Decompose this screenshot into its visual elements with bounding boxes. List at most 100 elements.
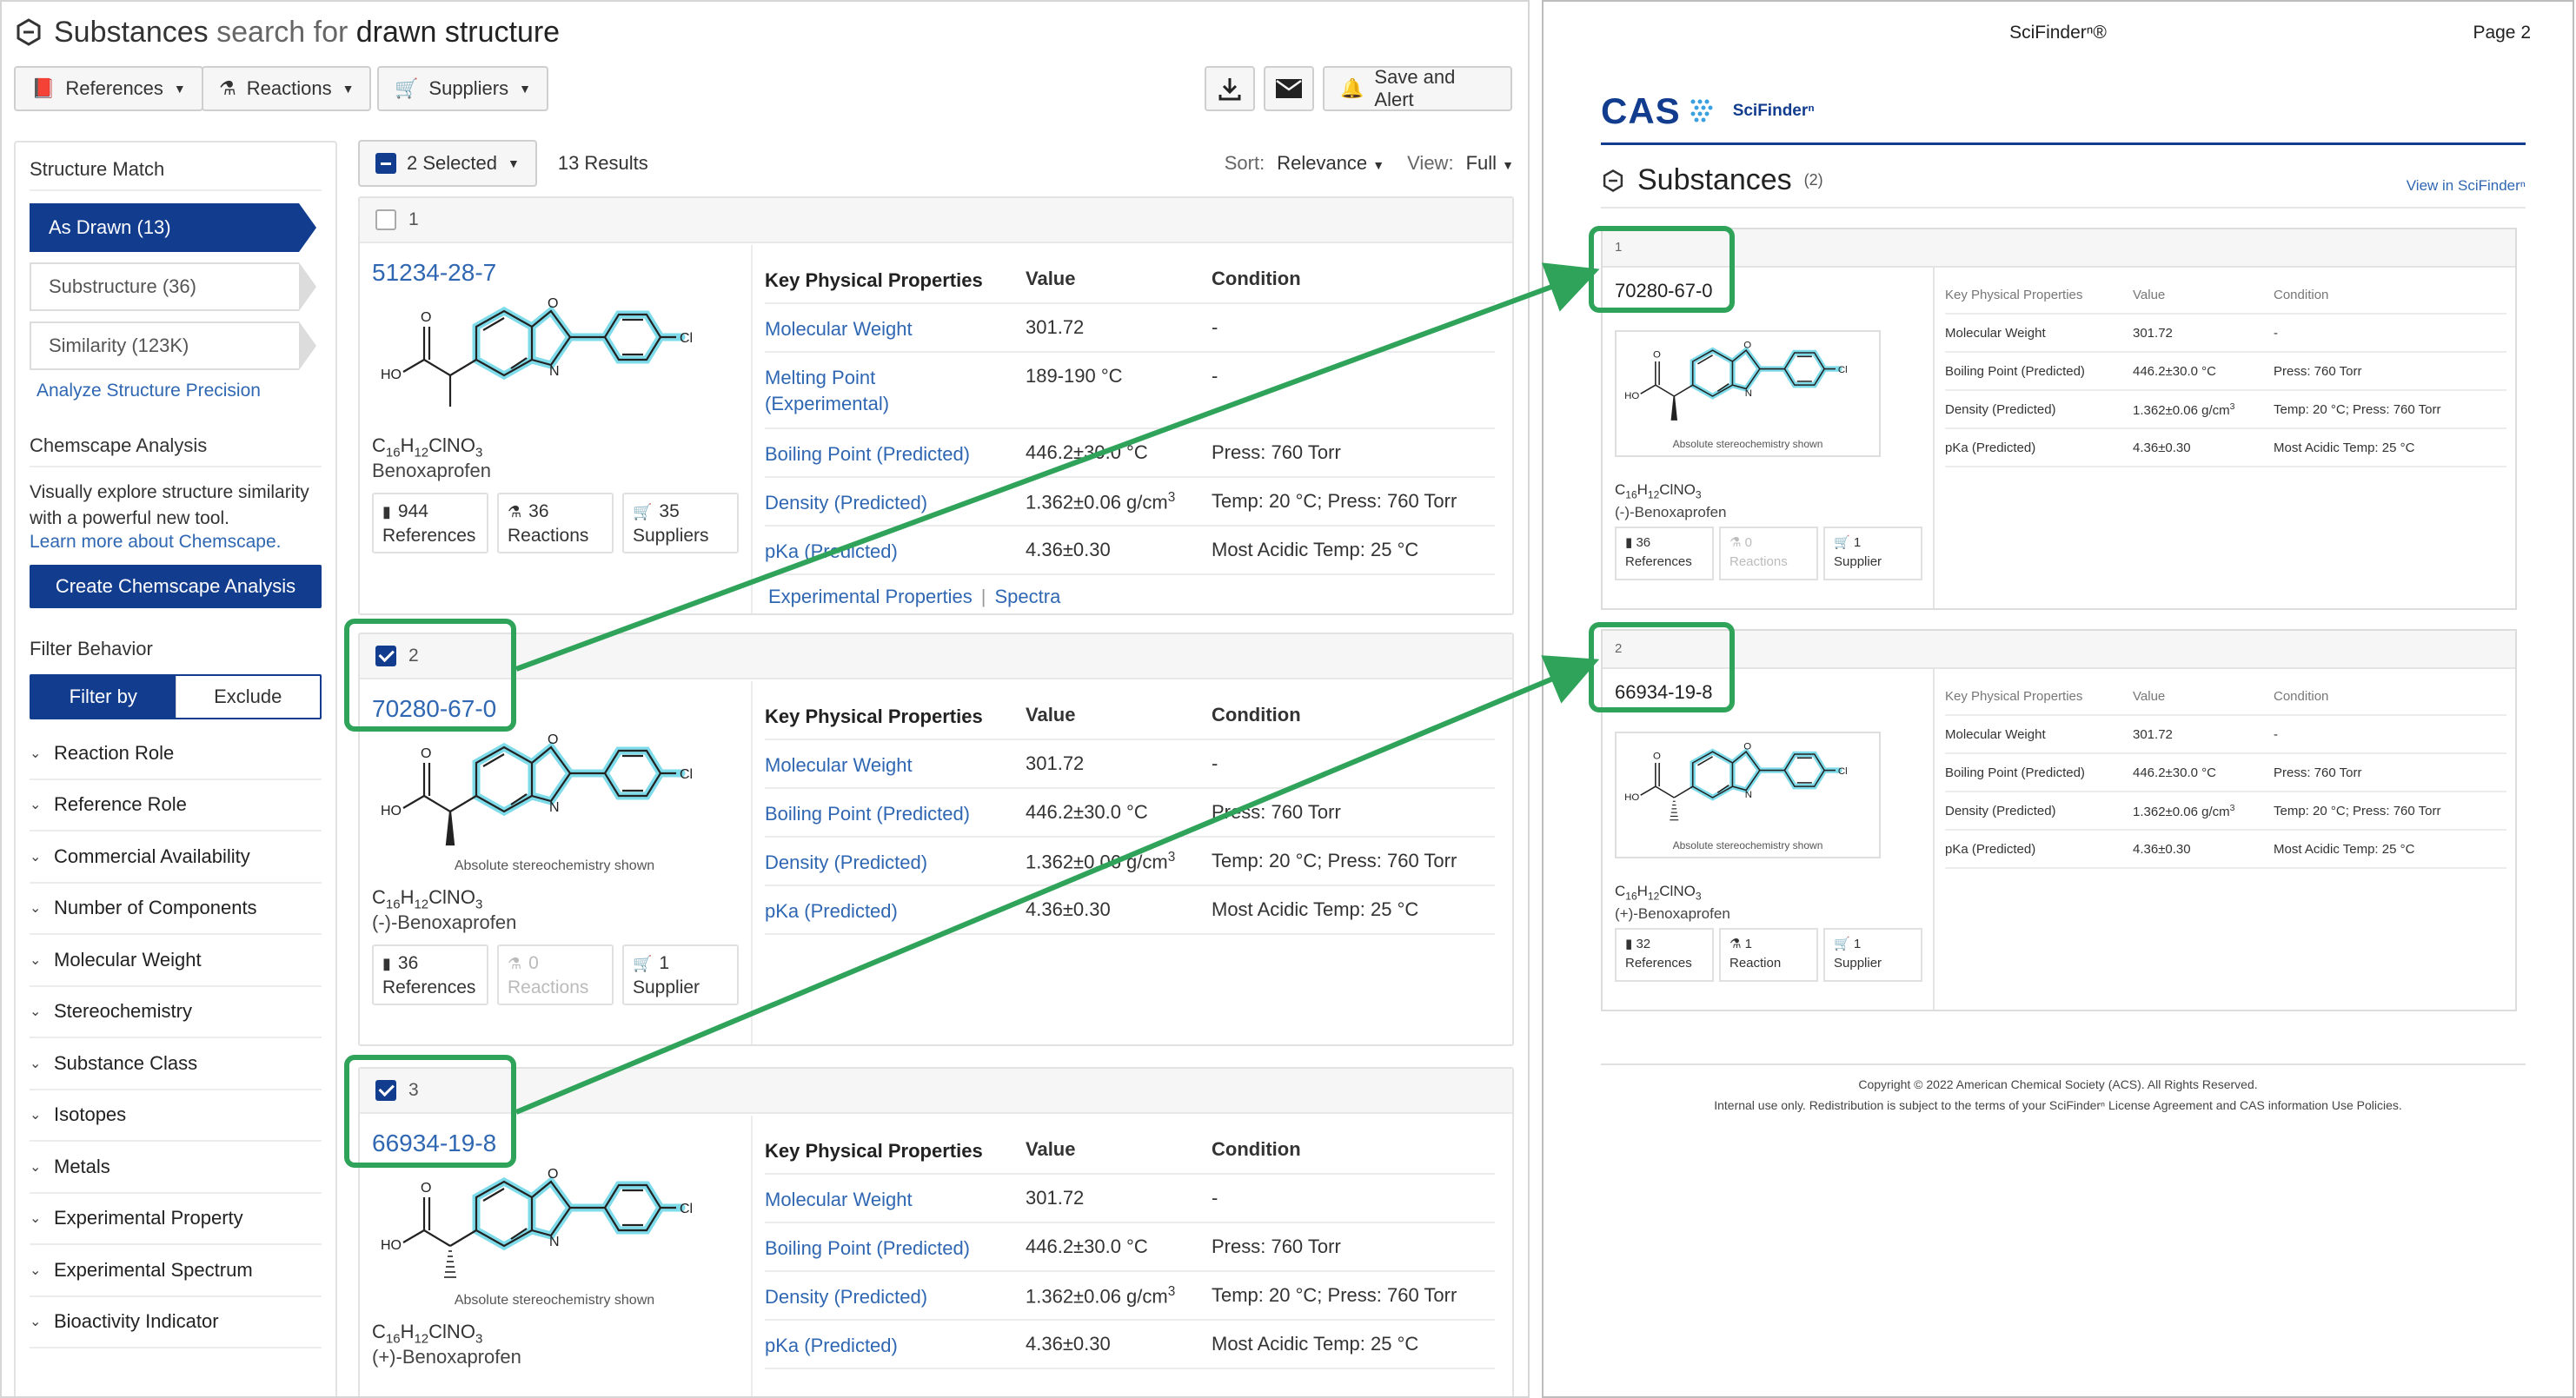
save-alert-label: Save and Alert xyxy=(1374,66,1456,110)
partial-select-checkbox[interactable] xyxy=(375,153,396,174)
chevron-down-icon: ⌄ xyxy=(30,1108,42,1123)
match-substructure[interactable]: Substructure (36) xyxy=(30,262,316,311)
property-row: Molecular Weight 301.72 - xyxy=(765,1175,1495,1223)
filter-substance-class[interactable]: ⌄ Substance Class xyxy=(30,1038,322,1090)
property-link[interactable]: Molecular Weight xyxy=(765,316,1026,342)
property-link[interactable]: pKa (Predicted) xyxy=(765,1333,1026,1359)
result-index: 2 xyxy=(408,646,419,666)
email-button[interactable] xyxy=(1264,66,1314,111)
property-link[interactable]: Boiling Point (Predicted) xyxy=(765,801,1026,827)
view-in-scifinder-link[interactable]: View in SciFinderⁿ xyxy=(2407,177,2526,195)
result-checkbox[interactable] xyxy=(375,209,396,230)
structure-image[interactable]: O HO O N Cl xyxy=(372,1163,737,1293)
chevron-down-icon: ⌄ xyxy=(30,1315,42,1330)
learn-chemscape-link[interactable]: Learn more about Chemscape. xyxy=(30,532,322,553)
property-row: Density (Predicted) 1.362±0.06 g/cm3 Temp:… xyxy=(765,1272,1495,1321)
cas-number-link[interactable]: 51234-28-7 xyxy=(372,259,754,287)
view-dropdown[interactable]: Full ▼ xyxy=(1466,152,1514,175)
formula-h: H xyxy=(400,1321,415,1342)
filter-reference-role[interactable]: ⌄ Reference Role xyxy=(30,780,322,832)
svg-text:O: O xyxy=(1653,350,1661,361)
reactions-dropdown[interactable]: ⚗ Reactions ▼ xyxy=(202,66,372,111)
property-link[interactable]: Boiling Point (Predicted) xyxy=(765,1236,1026,1262)
stereo-note: Absolute stereochemistry shown xyxy=(454,858,655,873)
references-dropdown[interactable]: 📕 References ▼ xyxy=(14,66,203,111)
result-card: 2 70280-67-0 O HO O N Cl Absolute stereochem… xyxy=(358,633,1514,1046)
match-similarity[interactable]: Similarity (123K) xyxy=(30,321,316,370)
pdf-structure-frame: O HO O N Cl Absolute stereochemistry shown xyxy=(1615,732,1881,858)
property-value: 301.72 xyxy=(2133,726,2173,742)
property-link[interactable]: Density (Predicted) xyxy=(765,850,1026,876)
badge-count: 32 xyxy=(1636,937,1651,951)
filter-by-option[interactable]: Filter by xyxy=(31,676,176,718)
sort-dropdown[interactable]: Relevance ▼ xyxy=(1277,152,1384,175)
svg-text:N: N xyxy=(549,800,560,815)
references-badge[interactable]: ▮ 36 References xyxy=(372,944,488,1006)
sort-label: Sort: xyxy=(1224,152,1265,174)
reactions-badge[interactable]: ⚗ 36 Reactions xyxy=(497,493,614,554)
svg-text:N: N xyxy=(549,364,560,379)
filter-commercial-availability[interactable]: ⌄ Commercial Availability xyxy=(30,832,322,884)
download-button[interactable] xyxy=(1205,66,1255,111)
filter-isotopes[interactable]: ⌄ Isotopes xyxy=(30,1090,322,1142)
results-toolbar: 2 Selected ▼ 13 Results Sort: Relevance … xyxy=(358,139,1514,188)
property-link[interactable]: Density (Predicted) xyxy=(765,1284,1026,1310)
formula-h: H xyxy=(1637,883,1648,899)
analyze-precision-link[interactable]: Analyze Structure Precision xyxy=(37,381,322,401)
formula-o-count: 3 xyxy=(475,897,483,912)
structure-image[interactable]: O HO O N Cl xyxy=(372,292,737,422)
filter-behavior-toggle: Filter by Exclude xyxy=(30,674,322,719)
property-value: 446.2±30.0 °C xyxy=(2133,363,2216,379)
result-checkbox[interactable] xyxy=(375,1080,396,1101)
property-value: 446.2±30.0 °C xyxy=(2133,765,2216,780)
cas-number-link[interactable]: 70280-67-0 xyxy=(372,695,754,723)
create-chemscape-button[interactable]: Create Chemscape Analysis xyxy=(30,565,322,608)
property-link[interactable]: Melting Point (Experimental) xyxy=(765,365,991,417)
filter-stereochemistry[interactable]: ⌄ Stereochemistry xyxy=(30,987,322,1038)
cas-number-link[interactable]: 66934-19-8 xyxy=(372,1130,754,1157)
svg-text:N: N xyxy=(1745,790,1752,800)
save-alert-button[interactable]: 🔔 Save and Alert xyxy=(1323,66,1512,111)
pdf-count-badges: ▮ 36 References ⚗ 0 Reactions 🛒 1 Supplier xyxy=(1615,527,1922,580)
property-link[interactable]: Density (Predicted) xyxy=(765,490,1026,516)
property-row: Melting Point (Experimental) 189-190 °C - xyxy=(765,353,1495,429)
property-value: 446.2±30.0 °C xyxy=(1026,441,1148,463)
filter-bioactivity-indicator[interactable]: ⌄ Bioactivity Indicator xyxy=(30,1297,322,1348)
suppliers-badge[interactable]: 🛒 1 Supplier xyxy=(622,944,739,1006)
property-condition: Most Acidic Temp: 25 °C xyxy=(2274,440,2415,455)
structure-image[interactable]: O HO O N Cl xyxy=(372,728,737,858)
formula-rest: ClNO xyxy=(1659,883,1696,899)
property-link[interactable]: Molecular Weight xyxy=(765,1187,1026,1213)
exclude-option[interactable]: Exclude xyxy=(175,676,320,718)
filter-experimental-spectrum[interactable]: ⌄ Experimental Spectrum xyxy=(30,1245,322,1297)
card-divider xyxy=(751,681,753,1044)
result-checkbox[interactable] xyxy=(375,646,396,666)
property-link[interactable]: pKa (Predicted) xyxy=(765,898,1026,924)
property-value: 1.362±0.06 g/cm3 xyxy=(1026,490,1176,513)
property-condition: - xyxy=(1212,752,1218,774)
filter-number-of-components[interactable]: ⌄ Number of Components xyxy=(30,884,322,935)
property-link[interactable]: pKa (Predicted) xyxy=(765,539,1026,565)
cart-icon: 🛒 xyxy=(395,77,419,99)
pdf-property-row: Boiling Point (Predicted) 446.2±30.0 °C Pr… xyxy=(1945,353,2506,391)
match-as-drawn[interactable]: As Drawn (13) xyxy=(30,203,316,252)
references-badge[interactable]: ▮ 944 References xyxy=(372,493,488,554)
substance-summary: 66934-19-8 O HO O N Cl Absolute stereochemis… xyxy=(372,1121,754,1368)
property-link[interactable]: Boiling Point (Predicted) xyxy=(765,441,1026,467)
filter-reaction-role[interactable]: ⌄ Reaction Role xyxy=(30,728,322,780)
suppliers-badge[interactable]: 🛒 35 Suppliers xyxy=(622,493,739,554)
spectra-link[interactable]: Spectra xyxy=(995,586,1061,607)
filter-metals[interactable]: ⌄ Metals xyxy=(30,1142,322,1194)
suppliers-dropdown[interactable]: 🛒 Suppliers ▼ xyxy=(377,66,548,111)
chevron-down-icon: ⌄ xyxy=(30,798,42,813)
property-row: Density (Predicted) 1.362±0.06 g/cm3 Temp:… xyxy=(765,838,1495,886)
property-link[interactable]: Molecular Weight xyxy=(765,752,1026,779)
selection-dropdown[interactable]: 2 Selected ▼ xyxy=(358,140,537,187)
experimental-properties-link[interactable]: Experimental Properties xyxy=(768,586,973,607)
filter-experimental-property[interactable]: ⌄ Experimental Property xyxy=(30,1194,322,1245)
filter-molecular-weight[interactable]: ⌄ Molecular Weight xyxy=(30,935,322,987)
property-value: 1.362±0.06 g/cm3 xyxy=(2133,401,2235,418)
property-value: 4.36±0.30 xyxy=(1026,898,1111,920)
property-condition: Press: 760 Torr xyxy=(1212,1236,1341,1257)
pdf-property-row: pKa (Predicted) 4.36±0.30 Most Acidic Temp… xyxy=(1945,429,2506,467)
